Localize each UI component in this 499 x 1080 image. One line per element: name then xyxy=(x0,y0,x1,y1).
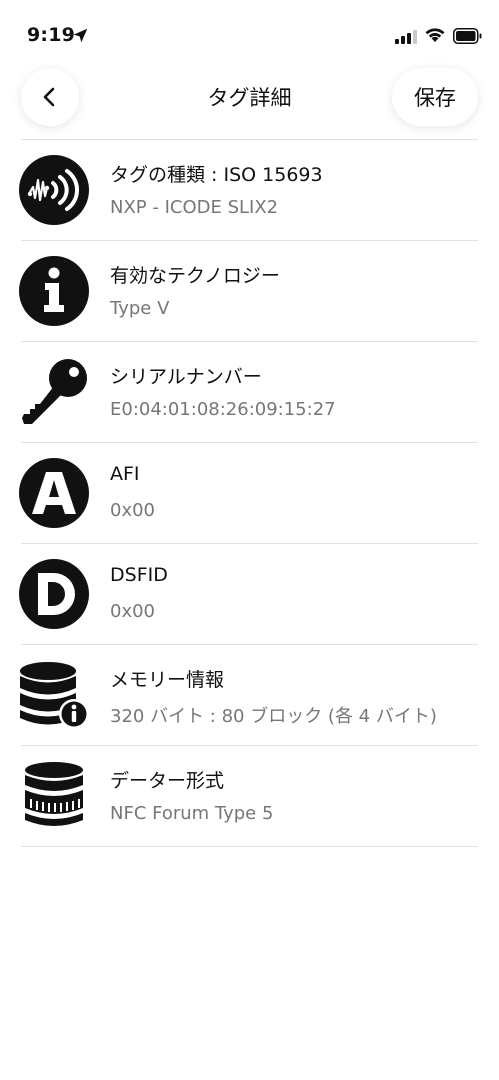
database-info-icon xyxy=(20,662,89,729)
location-arrow-icon xyxy=(73,28,88,43)
status-bar: 9:19 xyxy=(0,0,499,60)
key-icon xyxy=(22,359,87,424)
item-title: DSFID xyxy=(110,564,168,586)
save-button[interactable]: 保存 xyxy=(392,68,478,126)
item-value: NFC Forum Type 5 xyxy=(110,803,274,824)
list-item-dsfid: DSFID 0x00 xyxy=(0,544,499,645)
list-item-afi: AFI 0x00 xyxy=(0,443,499,544)
item-title: メモリー情報 xyxy=(110,669,225,691)
item-title: シリアルナンバー xyxy=(110,366,262,388)
item-value: E0:04:01:08:26:09:15:27 xyxy=(110,399,336,420)
item-title: AFI xyxy=(110,463,140,485)
cellular-signal-icon xyxy=(395,30,417,44)
database-icon xyxy=(25,762,83,826)
info-icon xyxy=(19,256,89,326)
divider xyxy=(21,846,478,847)
item-value: 0x00 xyxy=(110,500,156,521)
navigation-bar: タグ詳細 保存 xyxy=(0,68,499,126)
list-item-technology: 有効なテクノロジー Type V xyxy=(0,241,499,342)
list-item-tag-type: タグの種類 : ISO 15693 NXP - ICODE SLIX2 xyxy=(0,140,499,241)
tag-detail-list: タグの種類 : ISO 15693 NXP - ICODE SLIX2 有効なテ… xyxy=(0,140,499,847)
item-title: タグの種類 : ISO 15693 xyxy=(110,164,323,186)
list-item-serial-number: シリアルナンバー E0:04:01:08:26:09:15:27 xyxy=(0,342,499,443)
nfc-signal-icon xyxy=(19,155,89,225)
item-value: NXP - ICODE SLIX2 xyxy=(110,197,279,218)
item-value: 320 バイト : 80 ブロック (各 4 バイト) xyxy=(110,706,437,727)
list-item-data-format: データー形式 NFC Forum Type 5 xyxy=(0,746,499,847)
letter-d-icon xyxy=(19,559,89,629)
letter-a-icon xyxy=(19,458,89,528)
item-value: 0x00 xyxy=(110,601,156,622)
item-value: Type V xyxy=(110,298,170,319)
list-item-memory: メモリー情報 320 バイト : 80 ブロック (各 4 バイト) xyxy=(0,645,499,746)
status-time: 9:19 xyxy=(27,24,76,46)
battery-icon xyxy=(453,28,482,44)
item-title: 有効なテクノロジー xyxy=(110,265,280,287)
item-title: データー形式 xyxy=(110,770,225,792)
wifi-icon xyxy=(425,28,445,42)
